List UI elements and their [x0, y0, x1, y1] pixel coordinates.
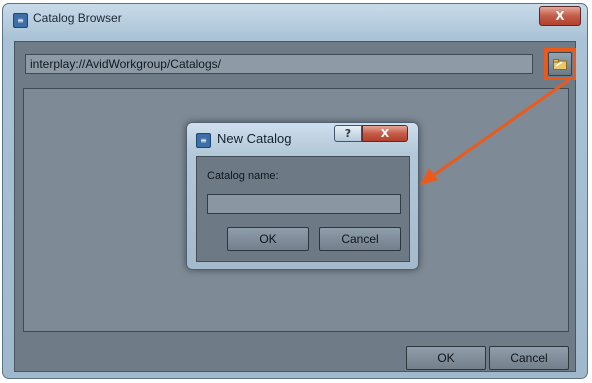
annotation-arrow [420, 78, 570, 185]
